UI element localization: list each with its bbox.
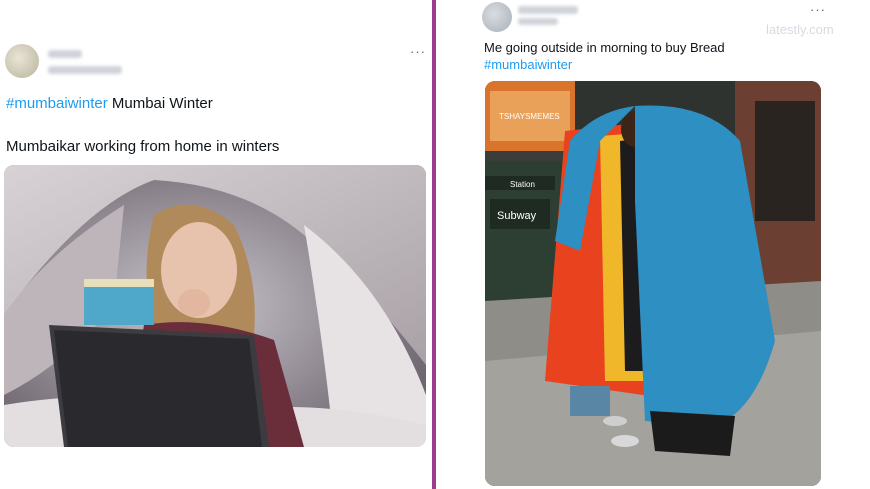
hashtag-link[interactable]: #mumbaiwinter bbox=[6, 95, 108, 112]
headline-text: Mumbai Winter bbox=[107, 95, 213, 112]
man-wearing-layered-jackets-photo-icon: TSHAYSMEMES Station Subway bbox=[485, 81, 821, 486]
svg-text:TSHAYSMEMES: TSHAYSMEMES bbox=[499, 112, 560, 121]
tweet-card-right[interactable]: ··· latestly.com Me going outside in mor… bbox=[436, 0, 870, 489]
subway-sign: Subway bbox=[497, 210, 537, 222]
avatar[interactable] bbox=[482, 2, 512, 32]
station-sign: Station bbox=[510, 180, 535, 189]
tweet-card-left[interactable]: ··· #mumbaiwinter Mumbai Winter Mumbaika… bbox=[0, 0, 432, 489]
more-options-icon[interactable]: ··· bbox=[810, 2, 826, 17]
watermark: latestly.com bbox=[766, 22, 834, 37]
tweet-media-photo[interactable] bbox=[4, 165, 426, 447]
blurred-username bbox=[518, 6, 578, 14]
tweet-headline: #mumbaiwinter Mumbai Winter bbox=[6, 95, 213, 112]
woman-under-blanket-laptop-photo-icon bbox=[4, 165, 426, 447]
tweet-body: Me going outside in morning to buy Bread bbox=[484, 40, 725, 55]
hashtag-link[interactable]: #mumbaiwinter bbox=[484, 57, 572, 72]
blurred-handle bbox=[518, 18, 558, 25]
tweet-media-photo[interactable]: TSHAYSMEMES Station Subway bbox=[485, 81, 821, 486]
avatar[interactable] bbox=[5, 44, 39, 78]
blurred-username bbox=[48, 50, 82, 58]
tweet-body: Mumbaikar working from home in winters bbox=[6, 138, 280, 155]
more-options-icon[interactable]: ··· bbox=[410, 44, 426, 59]
blurred-handle bbox=[48, 66, 122, 74]
